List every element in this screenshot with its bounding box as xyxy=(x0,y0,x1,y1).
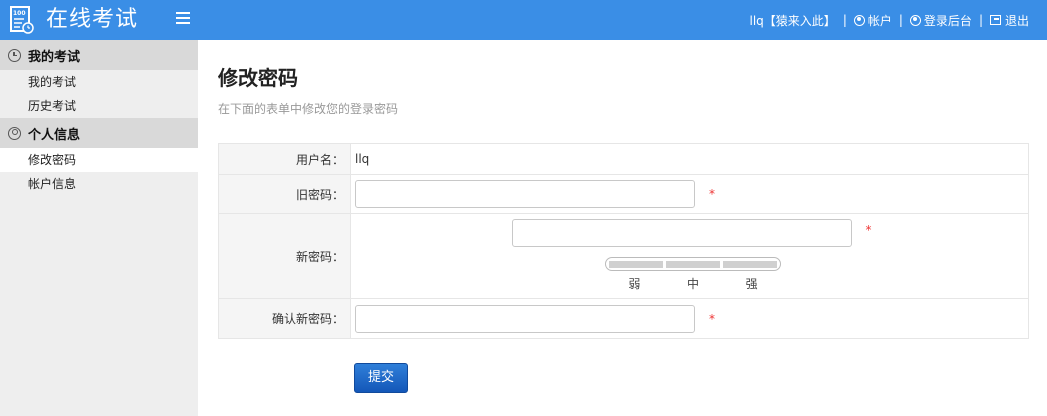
strength-segment-strong xyxy=(723,260,777,268)
top-header: 100 在线考试 llq【猿来入此】 | 帐户 | 登录后台 | 退出 xyxy=(0,0,1047,40)
old-password-label: 旧密码： xyxy=(219,175,351,213)
sidebar-group-label: 个人信息 xyxy=(28,127,81,143)
strength-label-medium: 中 xyxy=(687,277,700,291)
form-row-username: 用户名： llq xyxy=(219,144,1028,175)
required-mark: * xyxy=(865,223,872,237)
sidebar-item-change-password[interactable]: 修改密码 xyxy=(0,148,198,172)
exit-icon xyxy=(989,15,1001,25)
confirm-password-label: 确认新密码： xyxy=(219,299,351,338)
strength-segment-medium xyxy=(666,260,720,268)
submit-button[interactable]: 提交 xyxy=(354,363,408,393)
sidebar-item-exam-history[interactable]: 历史考试 xyxy=(0,94,198,118)
page-subtitle: 在下面的表单中修改您的登录密码 xyxy=(218,102,399,116)
exam-paper-icon: 100 xyxy=(10,6,34,34)
person-icon xyxy=(8,126,21,140)
strength-segment-weak xyxy=(609,260,663,268)
account-link[interactable]: 帐户 xyxy=(853,12,892,29)
username-value: llq xyxy=(355,152,370,166)
nav-separator: | xyxy=(898,13,903,27)
user-circle-icon xyxy=(909,14,921,26)
sidebar-group-personal-info[interactable]: 个人信息 xyxy=(0,118,198,148)
change-password-form: 用户名： llq 旧密码： * 新密码： * 弱 中 强 确认新密码： * xyxy=(218,143,1029,339)
logout-link[interactable]: 退出 xyxy=(989,12,1029,29)
sidebar-item-account-info[interactable]: 帐户信息 xyxy=(0,172,198,196)
hamburger-icon[interactable] xyxy=(176,12,190,26)
account-link-label: 帐户 xyxy=(867,13,892,28)
sidebar-group-my-exams[interactable]: 我的考试 xyxy=(0,40,198,70)
new-password-label: 新密码： xyxy=(219,214,351,298)
old-password-input[interactable] xyxy=(355,180,695,208)
form-row-old-password: 旧密码： * xyxy=(219,175,1028,214)
admin-login-label: 登录后台 xyxy=(923,13,972,28)
sidebar-item-my-exams[interactable]: 我的考试 xyxy=(0,70,198,94)
clock-icon xyxy=(8,48,21,62)
top-nav: llq【猿来入此】 | 帐户 | 登录后台 | 退出 xyxy=(750,0,1029,40)
svg-text:100: 100 xyxy=(13,10,26,17)
admin-login-link[interactable]: 登录后台 xyxy=(909,12,972,29)
current-user-link[interactable]: llq【猿来入此】 xyxy=(750,12,836,29)
required-mark: * xyxy=(709,311,715,326)
required-mark: * xyxy=(709,187,715,201)
user-circle-icon xyxy=(853,14,865,26)
strength-label-strong: 强 xyxy=(745,277,758,291)
strength-labels: 弱 中 强 xyxy=(605,275,781,292)
nav-separator: | xyxy=(842,13,847,27)
nav-separator: | xyxy=(978,13,983,27)
form-row-confirm-password: 确认新密码： * xyxy=(219,299,1028,338)
new-password-input[interactable] xyxy=(511,219,852,247)
confirm-password-input[interactable] xyxy=(355,304,695,333)
form-row-new-password: 新密码： * 弱 中 强 xyxy=(219,214,1028,299)
username-label: 用户名： xyxy=(219,144,351,174)
sidebar: 我的考试 我的考试 历史考试 个人信息 修改密码 帐户信息 xyxy=(0,40,198,416)
page-title: 修改密码 xyxy=(218,66,298,90)
strength-label-weak: 弱 xyxy=(628,277,641,291)
password-strength-meter xyxy=(605,257,781,271)
app-title: 在线考试 xyxy=(46,7,139,32)
logout-label: 退出 xyxy=(1004,13,1029,28)
sidebar-group-label: 我的考试 xyxy=(28,49,81,65)
